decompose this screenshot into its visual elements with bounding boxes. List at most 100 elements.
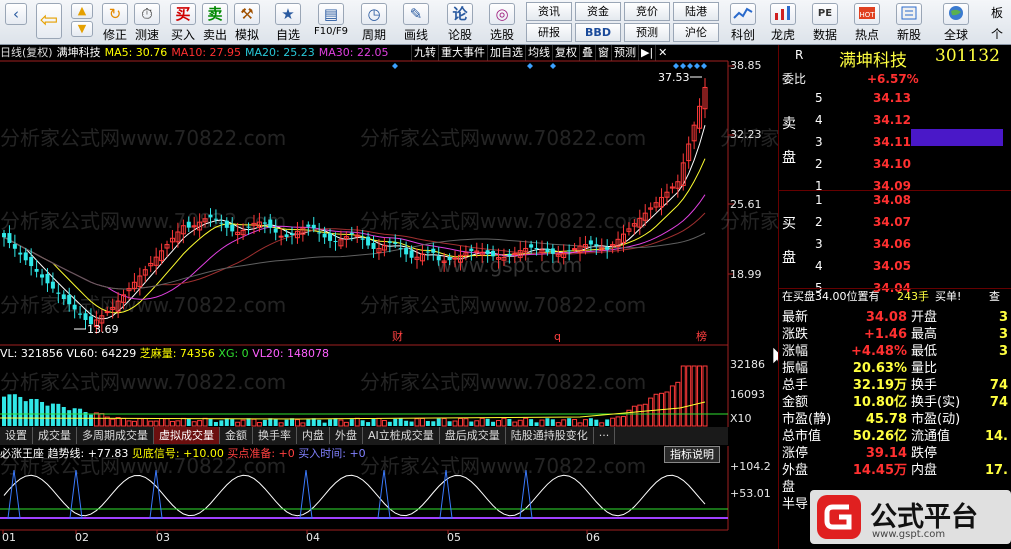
indicator-tab-10[interactable]: 陆股通持股变化 <box>506 427 594 444</box>
query-link[interactable]: 查 <box>989 289 1000 305</box>
stock-title-bar: R 满坤科技 301132 <box>779 45 1011 71</box>
volume-bar <box>251 418 257 427</box>
event-marker-q: q <box>554 330 561 343</box>
stats-value: +4.48% <box>851 344 907 359</box>
watermark-text: 分析家公式网www.70822.com <box>0 293 286 317</box>
volume-bar <box>34 399 39 426</box>
volume-bar <box>219 420 224 426</box>
volume-bar <box>333 418 338 426</box>
volume-bar <box>539 419 545 427</box>
vol-tick-2: 16093 <box>730 388 765 401</box>
candle-body <box>50 281 55 289</box>
ma60-line <box>3 232 706 290</box>
candle-body <box>18 252 23 255</box>
candle-body <box>512 252 518 255</box>
volume-bar <box>610 417 616 427</box>
volume-bar <box>159 418 165 427</box>
volume-bar <box>230 419 235 426</box>
signal-spike <box>299 469 313 519</box>
candle-body <box>452 257 458 260</box>
candle-body <box>366 236 371 246</box>
volume-bar <box>425 420 430 426</box>
candle-body <box>306 224 311 227</box>
candle-body <box>290 233 295 236</box>
indicator-tab-8[interactable]: AI立桩成交量 <box>363 427 440 444</box>
signal-label: 见底信号: +10.00 <box>131 447 224 460</box>
stats-key-2: 市盈(动) <box>911 412 961 427</box>
volume-bar <box>137 418 143 427</box>
volume-bar <box>88 414 93 426</box>
volume-bar <box>381 419 387 427</box>
indicator-tab-3[interactable]: 虚拟成交量 <box>154 427 220 444</box>
event-diamond <box>687 63 693 69</box>
volume-bar <box>72 408 77 426</box>
stats-key: 盘 <box>782 480 796 495</box>
volume-bar <box>436 418 441 426</box>
event-diamond <box>701 63 707 69</box>
stats-value-2: 74 <box>989 378 1008 393</box>
candle-body <box>431 248 436 253</box>
volume-bar <box>414 418 420 427</box>
indicator-tab-2[interactable]: 多周期成交量 <box>77 427 154 444</box>
stats-key-2: 换手 <box>911 378 938 393</box>
volume-bar <box>697 365 703 427</box>
indicator-tab-7[interactable]: 外盘 <box>330 427 363 444</box>
volume-bar <box>142 418 148 427</box>
candle-body <box>605 246 610 250</box>
indicator-tab-4[interactable]: 金额 <box>220 427 253 444</box>
indicator-tab-6[interactable]: 内盘 <box>297 427 330 444</box>
volume-bar <box>393 418 398 426</box>
volume-bar <box>517 419 523 427</box>
stock-title-name: 满坤科技 <box>839 51 907 71</box>
candle-body <box>529 244 534 248</box>
volume-bar <box>197 420 203 427</box>
volume-bar <box>2 396 6 426</box>
volume-bar <box>50 403 55 426</box>
stats-key-2: 最高 <box>911 327 938 342</box>
candle-body <box>61 294 66 300</box>
volume-bar <box>686 365 692 427</box>
candle-body <box>322 233 327 238</box>
volume-bar <box>457 417 463 427</box>
candle-body <box>572 248 578 251</box>
stats-key: 涨幅 <box>782 344 809 359</box>
candle-body <box>567 250 572 252</box>
watermark-text: 分析家公式网www.70822.com <box>0 370 286 394</box>
sell-level-5: 5 <box>815 91 823 105</box>
volume-bar <box>691 365 697 427</box>
indicator-tab-1[interactable]: 成交量 <box>33 427 77 444</box>
candle-body <box>404 248 409 255</box>
indicator-tab-0[interactable]: 设置 <box>0 427 33 444</box>
volume-bar <box>599 422 605 427</box>
volume-bar <box>191 421 197 427</box>
volume-bar <box>29 398 34 426</box>
candle-body <box>268 219 273 228</box>
volume-bar <box>485 418 490 426</box>
buy-label-1: 买 <box>782 216 796 232</box>
candle-body <box>594 244 599 246</box>
x-tick-label: 06 <box>586 531 600 544</box>
candle-body <box>317 232 322 234</box>
volume-bar <box>224 418 229 426</box>
volume-bar <box>131 420 137 427</box>
indicator-tab-5[interactable]: 换手率 <box>253 427 297 444</box>
volume-bar <box>642 403 648 427</box>
stats-key-2: 换手(实) <box>911 395 961 410</box>
stats-value-2: 14. <box>984 429 1008 444</box>
volume-bar <box>208 418 213 426</box>
volume-bar <box>284 419 289 426</box>
position-line: 在买盘34.00位置有 243手 买单! 查 <box>782 289 1000 305</box>
volume-bar <box>164 418 170 427</box>
volume-bar <box>328 419 333 426</box>
low-price-label: 13.69 <box>87 323 119 336</box>
indicator-tab-9[interactable]: 盘后成交量 <box>440 427 506 444</box>
candle-body <box>545 248 550 253</box>
stats-row: 振幅 20.63% 量比 <box>779 360 1011 377</box>
gspt-logo: 公式平台 www.gspt.com <box>810 490 1011 544</box>
sell-price-2: 34.10 <box>873 157 911 171</box>
stats-key-2: 开盘 <box>911 310 938 325</box>
indicator-help-button[interactable]: 指标说明 <box>664 446 720 463</box>
indicator-tab-11[interactable]: ··· <box>594 427 616 444</box>
volume-bar <box>474 420 480 427</box>
candle-body <box>29 256 34 267</box>
